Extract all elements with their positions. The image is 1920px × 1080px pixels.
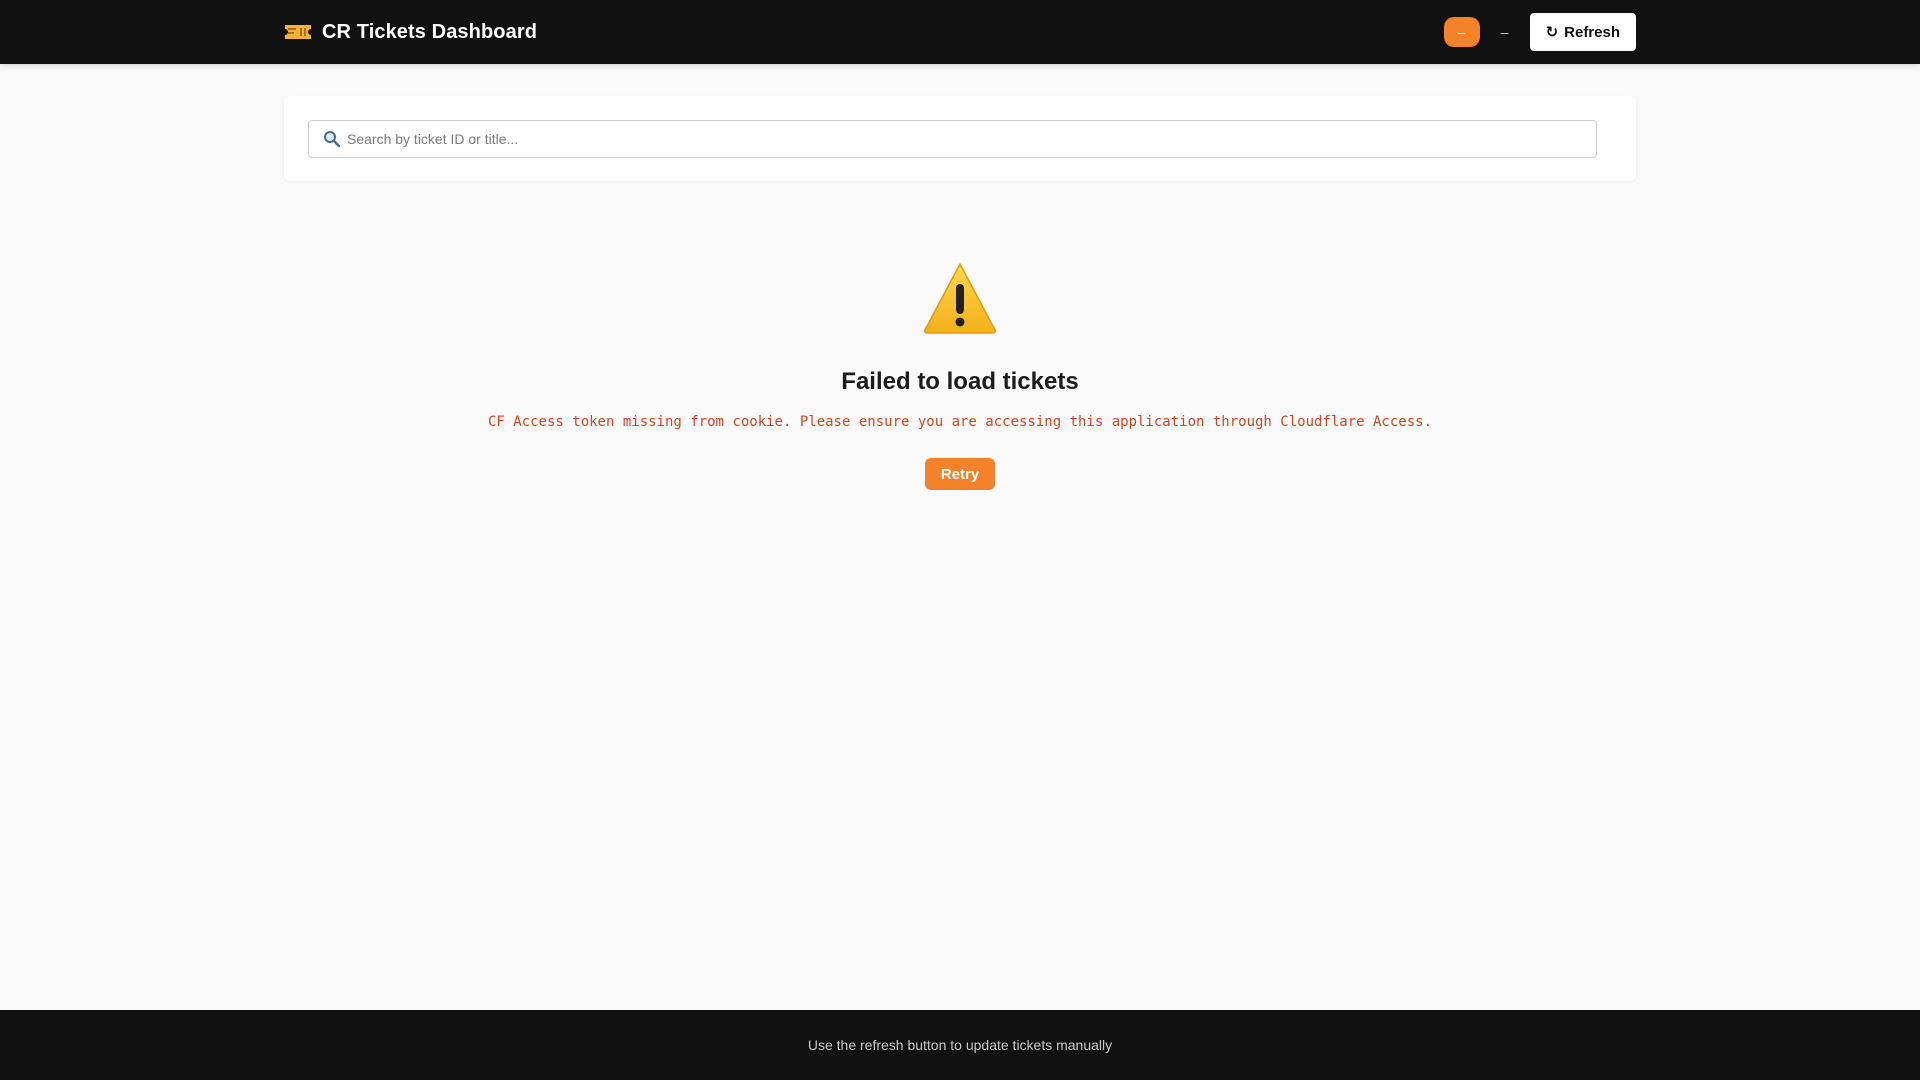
app-header: CR Tickets Dashboard – – ↻ Refresh xyxy=(0,0,1920,64)
footer-text: Use the refresh button to update tickets… xyxy=(807,1037,1113,1053)
refresh-label: Refresh xyxy=(1564,23,1620,41)
warning-icon xyxy=(922,260,998,336)
search-input[interactable] xyxy=(347,121,1596,157)
error-message: CF Access token missing from cookie. Ple… xyxy=(487,414,1432,430)
brand: CR Tickets Dashboard xyxy=(284,21,537,44)
error-title: Failed to load tickets xyxy=(841,368,1079,395)
search-icon xyxy=(323,130,341,148)
app-footer: Use the refresh button to update tickets… xyxy=(0,1010,1920,1080)
header-actions: – – ↻ Refresh xyxy=(1443,13,1636,51)
status-toggle-button[interactable]: – xyxy=(1443,17,1480,47)
search-box[interactable] xyxy=(308,120,1597,158)
refresh-icon: ↻ xyxy=(1545,23,1559,41)
search-card xyxy=(284,96,1636,181)
app-title: CR Tickets Dashboard xyxy=(322,20,538,43)
refresh-button[interactable]: ↻ Refresh xyxy=(1529,13,1636,51)
header-inner: CR Tickets Dashboard – – ↻ Refresh xyxy=(284,0,1636,64)
ticket-icon xyxy=(284,23,312,41)
retry-button[interactable]: Retry xyxy=(924,458,996,490)
error-state: Failed to load tickets CF Access token m… xyxy=(284,260,1636,490)
status-dash: – xyxy=(1500,24,1509,40)
